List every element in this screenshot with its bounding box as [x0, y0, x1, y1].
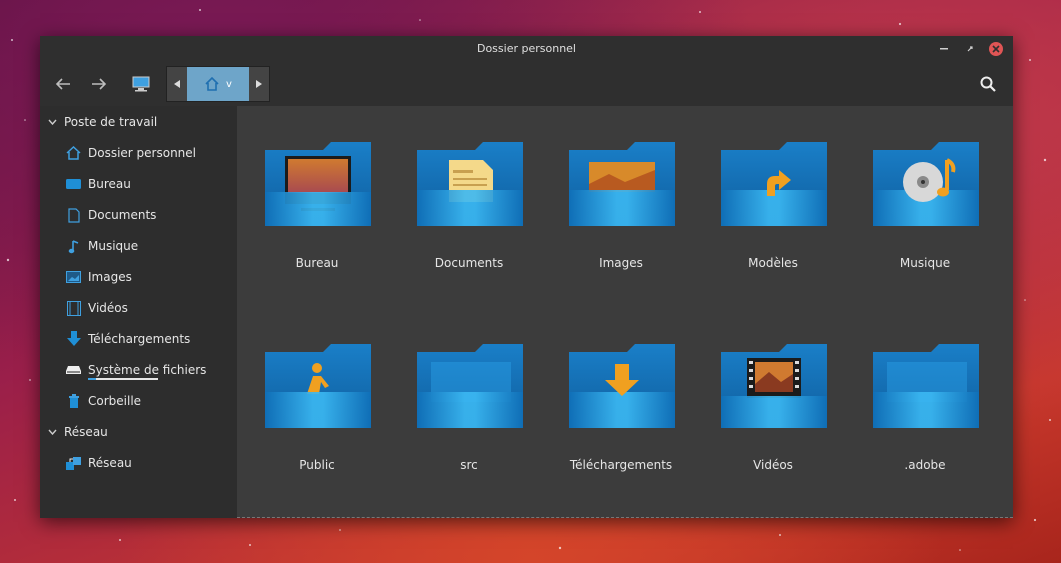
path-home-label: v	[226, 78, 232, 90]
path-scroll-left[interactable]	[167, 67, 187, 101]
arrow-left-icon	[55, 78, 70, 90]
capacity-bar-fill	[88, 378, 97, 380]
maximize-button[interactable]	[963, 42, 977, 56]
folder-label: src	[460, 458, 478, 472]
minimize-icon	[940, 48, 948, 50]
folder-bureau[interactable]: Bureau	[257, 140, 377, 290]
chevron-down-icon	[48, 119, 57, 125]
sidebar-item-corbeille[interactable]: Corbeille	[66, 390, 141, 412]
folder-image-icon	[569, 142, 675, 226]
folder-images[interactable]: Images	[561, 140, 681, 290]
folder-music-icon	[873, 142, 979, 226]
folder-view: Bureau Documents Images Modèles Musique …	[237, 106, 1013, 518]
minimize-button[interactable]	[937, 42, 951, 56]
folder-label: Images	[599, 256, 643, 270]
folder-label: Modèles	[748, 256, 798, 270]
sidebar-item-telechargements[interactable]: Téléchargements	[66, 328, 190, 350]
drive-icon	[66, 363, 81, 378]
computer-icon	[132, 76, 150, 92]
folder-icon	[417, 344, 523, 428]
folder-label: Bureau	[295, 256, 339, 270]
back-button[interactable]	[48, 68, 78, 100]
search-button[interactable]	[973, 68, 1003, 100]
title-bar: Dossier personnel	[40, 36, 1013, 62]
music-note-icon	[66, 239, 81, 254]
maximize-icon	[967, 46, 973, 52]
folder-document-icon	[417, 142, 523, 226]
folder-telechargements[interactable]: Téléchargements	[561, 342, 681, 492]
close-icon	[992, 45, 1000, 53]
trash-icon	[66, 393, 81, 409]
folder-template-icon	[721, 142, 827, 226]
folder-video-icon	[721, 344, 827, 428]
sidebar-item-documents[interactable]: Documents	[66, 204, 156, 226]
sidebar-item-label: Musique	[88, 239, 139, 253]
sidebar-item-musique[interactable]: Musique	[66, 235, 138, 257]
folder-label: Téléchargements	[569, 458, 673, 472]
sidebar-item-label: Images	[88, 270, 132, 284]
desktop-icon	[66, 177, 81, 192]
sidebar-item-videos[interactable]: Vidéos	[66, 297, 128, 319]
sidebar-item-label: Dossier personnel	[88, 146, 197, 160]
document-icon	[66, 207, 81, 223]
folder-videos[interactable]: Vidéos	[713, 342, 833, 492]
sidebar-item-label: Système de fichiers	[88, 363, 207, 377]
sidebar-item-dossier-personnel[interactable]: Dossier personnel	[66, 142, 196, 164]
path-scroll-right[interactable]	[249, 67, 269, 101]
folder-documents[interactable]: Documents	[409, 140, 529, 290]
folder-download-icon	[569, 344, 675, 428]
folder-src[interactable]: src	[409, 342, 529, 492]
arrow-right-icon	[92, 78, 107, 90]
folder-label: Public	[299, 458, 335, 472]
sidebar-section-poste-de-travail[interactable]: Poste de travail	[48, 112, 157, 132]
sidebar-section-title: Réseau	[64, 425, 108, 439]
triangle-right-icon	[256, 80, 262, 88]
image-icon	[66, 270, 81, 285]
search-icon	[980, 76, 996, 92]
folder-label: Documents	[434, 256, 504, 270]
folder-label: Musique	[899, 256, 951, 270]
path-home-button[interactable]: v	[187, 67, 249, 101]
chevron-down-icon	[48, 429, 57, 435]
sidebar-item-label: Bureau	[88, 177, 131, 191]
sidebar-section-title: Poste de travail	[64, 115, 158, 129]
window-title: Dossier personnel	[476, 42, 576, 55]
toolbar: v	[40, 62, 1013, 106]
home-icon	[205, 77, 219, 91]
sidebar-item-label: Documents	[88, 208, 157, 222]
folder-adobe[interactable]: .adobe	[865, 342, 985, 492]
sidebar-item-images[interactable]: Images	[66, 266, 132, 288]
sidebar-item-label: Téléchargements	[88, 332, 191, 346]
path-bar: v	[166, 66, 270, 102]
sidebar-item-label: Vidéos	[88, 301, 128, 315]
home-icon	[66, 146, 81, 161]
folder-label: Vidéos	[753, 458, 793, 472]
computer-button[interactable]	[126, 68, 156, 100]
sidebar-section-reseau[interactable]: Réseau	[48, 422, 108, 442]
capacity-bar	[88, 378, 158, 380]
sidebar-item-bureau[interactable]: Bureau	[66, 173, 131, 195]
sidebar-item-label: Corbeille	[88, 394, 142, 408]
download-arrow-icon	[66, 331, 81, 347]
sidebar: Poste de travail Dossier personnel Burea…	[40, 106, 237, 518]
sidebar-item-reseau[interactable]: Réseau	[66, 452, 132, 474]
close-button[interactable]	[989, 42, 1003, 56]
network-icon	[66, 456, 81, 471]
folder-desktop-icon	[265, 142, 371, 226]
film-icon	[66, 300, 81, 316]
folder-public-icon	[265, 344, 371, 428]
triangle-left-icon	[174, 80, 180, 88]
file-manager-window: Dossier personnel v Poste de travail Dos…	[40, 36, 1013, 518]
folder-musique[interactable]: Musique	[865, 140, 985, 290]
forward-button[interactable]	[84, 68, 114, 100]
window-controls	[937, 36, 1003, 62]
folder-public[interactable]: Public	[257, 342, 377, 492]
sidebar-item-label: Réseau	[88, 456, 132, 470]
folder-icon	[873, 344, 979, 428]
folder-modeles[interactable]: Modèles	[713, 140, 833, 290]
folder-label: .adobe	[904, 458, 946, 472]
